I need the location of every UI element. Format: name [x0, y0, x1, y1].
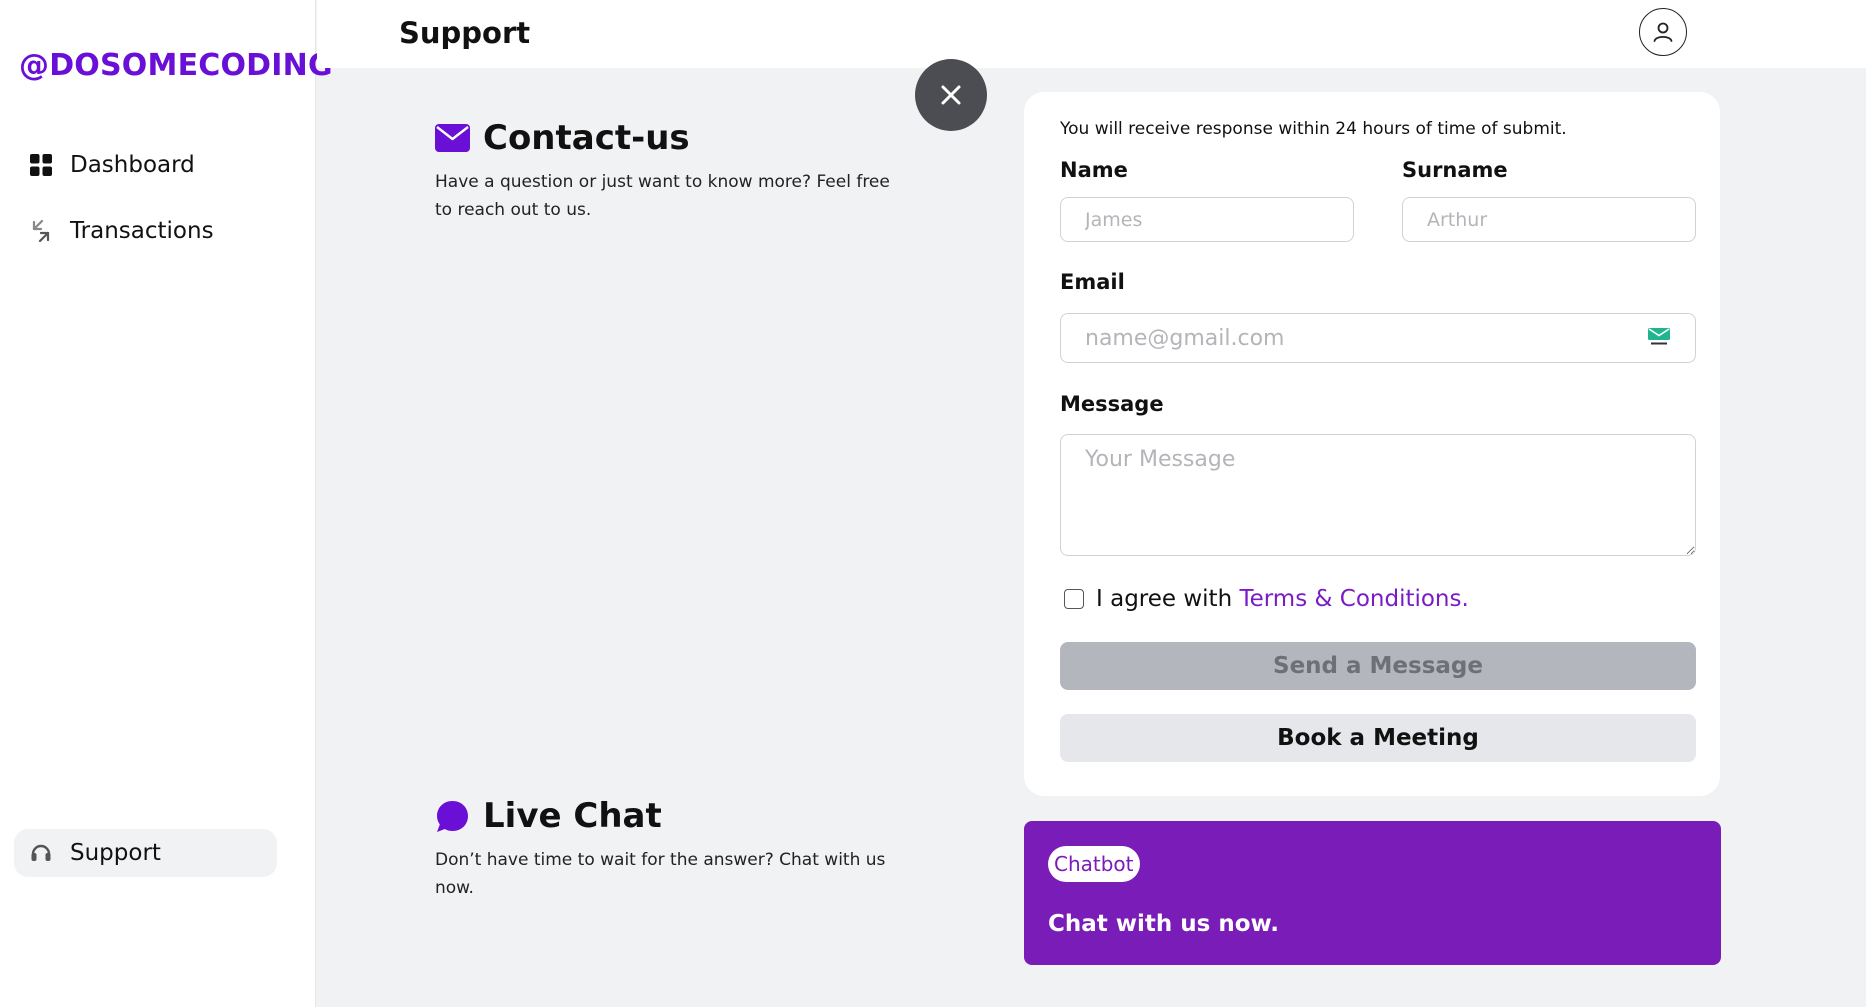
chatbot-badge: Chatbot [1048, 846, 1140, 882]
email-label: Email [1060, 270, 1125, 294]
dashboard-icon [30, 154, 52, 176]
surname-label: Surname [1402, 158, 1508, 182]
envelope-icon [435, 124, 470, 152]
name-field[interactable] [1060, 197, 1354, 242]
send-message-button[interactable]: Send a Message [1060, 642, 1696, 690]
sidebar-item-label: Dashboard [70, 152, 195, 178]
sidebar-item-dashboard[interactable]: Dashboard [14, 141, 277, 189]
chatbot-cta-text: Chat with us now. [1048, 911, 1280, 937]
agree-text: I agree with Terms & Conditions. [1096, 586, 1469, 612]
agree-label: I agree with [1096, 586, 1233, 612]
chat-bubble-icon [437, 800, 468, 832]
user-avatar-button[interactable] [1639, 8, 1687, 56]
sidebar-item-transactions[interactable]: Transactions [14, 207, 277, 255]
page-title: Support [399, 16, 531, 50]
terms-checkbox[interactable] [1064, 589, 1084, 609]
brand-logo: @DOSOMECODING [19, 48, 333, 83]
contact-description: Have a question or just want to know mor… [435, 172, 890, 220]
chatbot-card[interactable]: Chatbot Chat with us now. [1024, 821, 1721, 965]
contact-title: Contact-us [483, 118, 690, 158]
sidebar-item-support[interactable]: Support [14, 829, 277, 877]
terms-link[interactable]: Terms & Conditions. [1239, 586, 1468, 612]
message-label: Message [1060, 392, 1164, 416]
close-icon [941, 85, 961, 105]
sidebar-item-label: Support [70, 840, 161, 866]
top-header: Support [317, 0, 1866, 68]
live-chat-title: Live Chat [483, 796, 662, 836]
message-field[interactable] [1060, 434, 1696, 556]
live-chat-section: Live Chat Don’t have time to wait for th… [435, 796, 935, 902]
book-meeting-button[interactable]: Book a Meeting [1060, 714, 1696, 762]
response-notice: You will receive response within 24 hour… [1060, 119, 1567, 139]
sidebar: @DOSOMECODING Dashboard Transactions Sup… [0, 0, 333, 1007]
email-autofill-icon[interactable] [1648, 328, 1670, 346]
headset-icon [31, 844, 51, 861]
user-icon [1653, 22, 1673, 42]
contact-form-card: You will receive response within 24 hour… [1024, 92, 1720, 796]
terms-agreement: I agree with Terms & Conditions. [1064, 586, 1469, 612]
sidebar-item-label: Transactions [70, 218, 214, 244]
live-chat-heading: Live Chat [435, 796, 935, 836]
name-label: Name [1060, 158, 1128, 182]
surname-field[interactable] [1402, 197, 1696, 242]
email-field[interactable] [1060, 313, 1696, 363]
app-root: @DOSOMECODING Dashboard Transactions Sup… [0, 0, 1866, 1007]
contact-section: Contact-us Have a question or just want … [435, 118, 935, 224]
contact-heading: Contact-us [435, 118, 935, 158]
transactions-icon [32, 220, 50, 242]
live-chat-description: Don’t have time to wait for the answer? … [435, 850, 886, 898]
